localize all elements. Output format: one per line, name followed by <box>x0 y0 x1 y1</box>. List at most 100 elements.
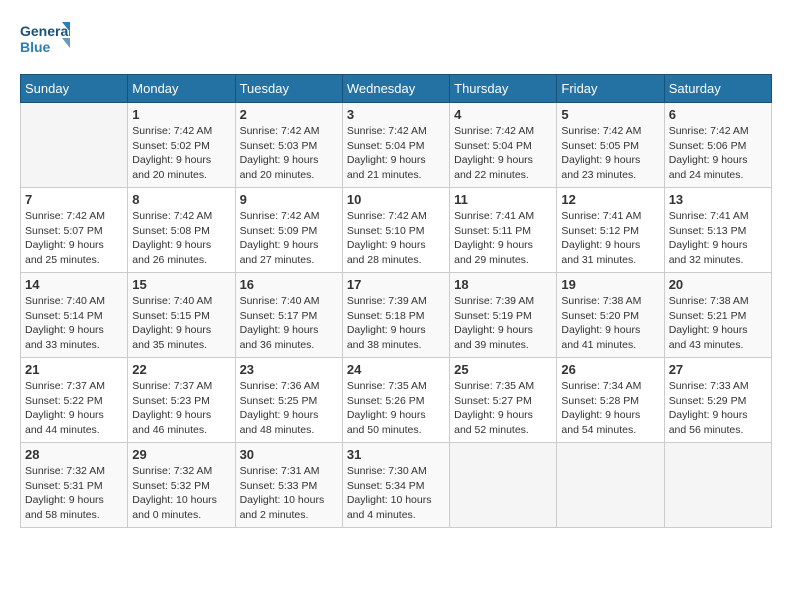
calendar-cell: 7 Sunrise: 7:42 AMSunset: 5:07 PMDayligh… <box>21 188 128 273</box>
day-number: 20 <box>669 277 767 292</box>
calendar-cell: 24 Sunrise: 7:35 AMSunset: 5:26 PMDaylig… <box>342 358 449 443</box>
day-number: 15 <box>132 277 230 292</box>
calendar-cell: 4 Sunrise: 7:42 AMSunset: 5:04 PMDayligh… <box>450 103 557 188</box>
weekday-header-row: SundayMondayTuesdayWednesdayThursdayFrid… <box>21 75 772 103</box>
day-number: 30 <box>240 447 338 462</box>
day-number: 31 <box>347 447 445 462</box>
cell-details: Sunrise: 7:42 AMSunset: 5:04 PMDaylight:… <box>347 125 427 181</box>
page-header: General Blue <box>20 20 772 64</box>
weekday-header: Monday <box>128 75 235 103</box>
cell-details: Sunrise: 7:38 AMSunset: 5:21 PMDaylight:… <box>669 295 749 351</box>
calendar-cell: 28 Sunrise: 7:32 AMSunset: 5:31 PMDaylig… <box>21 443 128 528</box>
calendar-cell: 21 Sunrise: 7:37 AMSunset: 5:22 PMDaylig… <box>21 358 128 443</box>
calendar-cell: 17 Sunrise: 7:39 AMSunset: 5:18 PMDaylig… <box>342 273 449 358</box>
day-number: 5 <box>561 107 659 122</box>
day-number: 10 <box>347 192 445 207</box>
cell-details: Sunrise: 7:41 AMSunset: 5:13 PMDaylight:… <box>669 210 749 266</box>
day-number: 14 <box>25 277 123 292</box>
logo-svg: General Blue <box>20 20 70 64</box>
logo: General Blue <box>20 20 70 64</box>
weekday-header: Wednesday <box>342 75 449 103</box>
weekday-header: Tuesday <box>235 75 342 103</box>
day-number: 17 <box>347 277 445 292</box>
calendar-cell: 13 Sunrise: 7:41 AMSunset: 5:13 PMDaylig… <box>664 188 771 273</box>
cell-details: Sunrise: 7:38 AMSunset: 5:20 PMDaylight:… <box>561 295 641 351</box>
cell-details: Sunrise: 7:41 AMSunset: 5:12 PMDaylight:… <box>561 210 641 266</box>
calendar-cell: 12 Sunrise: 7:41 AMSunset: 5:12 PMDaylig… <box>557 188 664 273</box>
calendar-cell: 18 Sunrise: 7:39 AMSunset: 5:19 PMDaylig… <box>450 273 557 358</box>
cell-details: Sunrise: 7:37 AMSunset: 5:23 PMDaylight:… <box>132 380 212 436</box>
day-number: 21 <box>25 362 123 377</box>
cell-details: Sunrise: 7:42 AMSunset: 5:06 PMDaylight:… <box>669 125 749 181</box>
calendar-cell: 2 Sunrise: 7:42 AMSunset: 5:03 PMDayligh… <box>235 103 342 188</box>
calendar-cell: 29 Sunrise: 7:32 AMSunset: 5:32 PMDaylig… <box>128 443 235 528</box>
cell-details: Sunrise: 7:42 AMSunset: 5:05 PMDaylight:… <box>561 125 641 181</box>
calendar-week-row: 14 Sunrise: 7:40 AMSunset: 5:14 PMDaylig… <box>21 273 772 358</box>
day-number: 7 <box>25 192 123 207</box>
calendar-week-row: 21 Sunrise: 7:37 AMSunset: 5:22 PMDaylig… <box>21 358 772 443</box>
day-number: 9 <box>240 192 338 207</box>
day-number: 26 <box>561 362 659 377</box>
calendar-cell: 16 Sunrise: 7:40 AMSunset: 5:17 PMDaylig… <box>235 273 342 358</box>
cell-details: Sunrise: 7:32 AMSunset: 5:32 PMDaylight:… <box>132 465 217 521</box>
calendar-cell: 31 Sunrise: 7:30 AMSunset: 5:34 PMDaylig… <box>342 443 449 528</box>
calendar-cell: 20 Sunrise: 7:38 AMSunset: 5:21 PMDaylig… <box>664 273 771 358</box>
day-number: 22 <box>132 362 230 377</box>
day-number: 2 <box>240 107 338 122</box>
calendar-cell: 22 Sunrise: 7:37 AMSunset: 5:23 PMDaylig… <box>128 358 235 443</box>
cell-details: Sunrise: 7:37 AMSunset: 5:22 PMDaylight:… <box>25 380 105 436</box>
calendar-cell: 27 Sunrise: 7:33 AMSunset: 5:29 PMDaylig… <box>664 358 771 443</box>
calendar-cell: 3 Sunrise: 7:42 AMSunset: 5:04 PMDayligh… <box>342 103 449 188</box>
cell-details: Sunrise: 7:41 AMSunset: 5:11 PMDaylight:… <box>454 210 534 266</box>
day-number: 24 <box>347 362 445 377</box>
day-number: 1 <box>132 107 230 122</box>
day-number: 25 <box>454 362 552 377</box>
calendar-cell: 30 Sunrise: 7:31 AMSunset: 5:33 PMDaylig… <box>235 443 342 528</box>
calendar-cell <box>557 443 664 528</box>
calendar-cell: 19 Sunrise: 7:38 AMSunset: 5:20 PMDaylig… <box>557 273 664 358</box>
calendar-table: SundayMondayTuesdayWednesdayThursdayFrid… <box>20 74 772 528</box>
cell-details: Sunrise: 7:36 AMSunset: 5:25 PMDaylight:… <box>240 380 320 436</box>
cell-details: Sunrise: 7:40 AMSunset: 5:15 PMDaylight:… <box>132 295 212 351</box>
day-number: 12 <box>561 192 659 207</box>
day-number: 6 <box>669 107 767 122</box>
cell-details: Sunrise: 7:39 AMSunset: 5:19 PMDaylight:… <box>454 295 534 351</box>
cell-details: Sunrise: 7:32 AMSunset: 5:31 PMDaylight:… <box>25 465 105 521</box>
calendar-cell: 1 Sunrise: 7:42 AMSunset: 5:02 PMDayligh… <box>128 103 235 188</box>
calendar-cell: 9 Sunrise: 7:42 AMSunset: 5:09 PMDayligh… <box>235 188 342 273</box>
day-number: 13 <box>669 192 767 207</box>
cell-details: Sunrise: 7:42 AMSunset: 5:10 PMDaylight:… <box>347 210 427 266</box>
cell-details: Sunrise: 7:40 AMSunset: 5:14 PMDaylight:… <box>25 295 105 351</box>
cell-details: Sunrise: 7:31 AMSunset: 5:33 PMDaylight:… <box>240 465 325 521</box>
cell-details: Sunrise: 7:39 AMSunset: 5:18 PMDaylight:… <box>347 295 427 351</box>
calendar-week-row: 7 Sunrise: 7:42 AMSunset: 5:07 PMDayligh… <box>21 188 772 273</box>
calendar-cell <box>21 103 128 188</box>
cell-details: Sunrise: 7:40 AMSunset: 5:17 PMDaylight:… <box>240 295 320 351</box>
day-number: 4 <box>454 107 552 122</box>
calendar-cell: 25 Sunrise: 7:35 AMSunset: 5:27 PMDaylig… <box>450 358 557 443</box>
day-number: 16 <box>240 277 338 292</box>
cell-details: Sunrise: 7:42 AMSunset: 5:04 PMDaylight:… <box>454 125 534 181</box>
calendar-cell: 23 Sunrise: 7:36 AMSunset: 5:25 PMDaylig… <box>235 358 342 443</box>
cell-details: Sunrise: 7:35 AMSunset: 5:26 PMDaylight:… <box>347 380 427 436</box>
cell-details: Sunrise: 7:34 AMSunset: 5:28 PMDaylight:… <box>561 380 641 436</box>
day-number: 29 <box>132 447 230 462</box>
weekday-header: Friday <box>557 75 664 103</box>
cell-details: Sunrise: 7:42 AMSunset: 5:07 PMDaylight:… <box>25 210 105 266</box>
cell-details: Sunrise: 7:35 AMSunset: 5:27 PMDaylight:… <box>454 380 534 436</box>
calendar-cell: 8 Sunrise: 7:42 AMSunset: 5:08 PMDayligh… <box>128 188 235 273</box>
weekday-header: Sunday <box>21 75 128 103</box>
cell-details: Sunrise: 7:42 AMSunset: 5:09 PMDaylight:… <box>240 210 320 266</box>
cell-details: Sunrise: 7:33 AMSunset: 5:29 PMDaylight:… <box>669 380 749 436</box>
calendar-cell: 26 Sunrise: 7:34 AMSunset: 5:28 PMDaylig… <box>557 358 664 443</box>
day-number: 19 <box>561 277 659 292</box>
day-number: 11 <box>454 192 552 207</box>
day-number: 27 <box>669 362 767 377</box>
day-number: 8 <box>132 192 230 207</box>
weekday-header: Saturday <box>664 75 771 103</box>
cell-details: Sunrise: 7:42 AMSunset: 5:03 PMDaylight:… <box>240 125 320 181</box>
calendar-cell <box>450 443 557 528</box>
day-number: 3 <box>347 107 445 122</box>
svg-text:General: General <box>20 23 70 39</box>
calendar-cell <box>664 443 771 528</box>
